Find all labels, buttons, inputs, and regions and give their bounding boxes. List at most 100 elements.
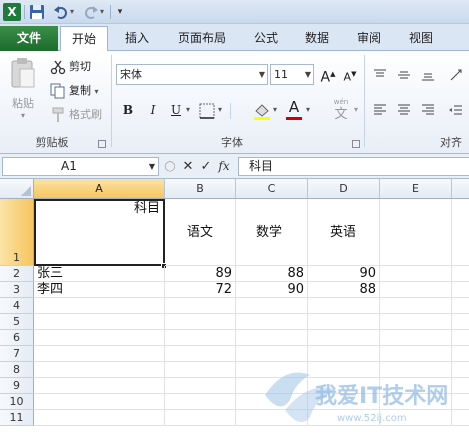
column-header-e[interactable]: E	[380, 179, 452, 199]
redo-dropdown-icon[interactable]: ▾	[100, 3, 104, 21]
enter-icon[interactable]: ✓	[198, 157, 214, 176]
cell-b11[interactable]	[165, 410, 236, 426]
column-header-a[interactable]: A	[34, 179, 165, 199]
cell-b6[interactable]	[165, 330, 236, 346]
borders-dropdown-icon[interactable]: ▾	[218, 100, 222, 120]
cell-a1[interactable]: 科目	[34, 199, 165, 266]
font-size-combo[interactable]: 11 ▼	[270, 64, 314, 85]
excel-logo-icon[interactable]: X	[3, 3, 21, 21]
cell-a9[interactable]	[34, 378, 165, 394]
cell-b8[interactable]	[165, 362, 236, 378]
save-icon[interactable]	[28, 3, 46, 21]
chevron-down-icon[interactable]: ▼	[259, 65, 265, 84]
cell-e9[interactable]	[380, 378, 452, 394]
cell-c10[interactable]	[236, 394, 308, 410]
cell-e2[interactable]	[380, 266, 452, 282]
cell-f5[interactable]	[452, 314, 469, 330]
cell-a4[interactable]	[34, 298, 165, 314]
row-header-7[interactable]: 7	[0, 346, 34, 362]
cell-c8[interactable]	[236, 362, 308, 378]
align-middle-icon[interactable]	[396, 67, 412, 83]
cell-e11[interactable]	[380, 410, 452, 426]
cell-c3[interactable]: 90	[236, 282, 308, 298]
cell-e1[interactable]	[380, 199, 452, 266]
orientation-icon[interactable]	[448, 67, 464, 83]
cell-c5[interactable]	[236, 314, 308, 330]
row-header-8[interactable]: 8	[0, 362, 34, 378]
cell-e6[interactable]	[380, 330, 452, 346]
format-painter-button[interactable]: 格式刷	[50, 105, 102, 125]
row-header-3[interactable]: 3	[0, 282, 34, 298]
cell-d3[interactable]: 88	[308, 282, 380, 298]
cell-d2[interactable]: 90	[308, 266, 380, 282]
cell-a6[interactable]	[34, 330, 165, 346]
column-header-c[interactable]: C	[236, 179, 308, 199]
column-header-partial[interactable]	[452, 179, 469, 199]
row-header-5[interactable]: 5	[0, 314, 34, 330]
cell-f4[interactable]	[452, 298, 469, 314]
cell-b2[interactable]: 89	[165, 266, 236, 282]
cancel-icon[interactable]: ✕	[180, 157, 196, 176]
tab-view[interactable]: 视图	[398, 26, 444, 51]
cell-a2[interactable]: 张三	[34, 266, 165, 282]
cell-a10[interactable]	[34, 394, 165, 410]
fill-color-icon[interactable]	[252, 101, 272, 121]
phonetic-button[interactable]: wén 文	[330, 98, 352, 122]
cell-f6[interactable]	[452, 330, 469, 346]
font-color-button[interactable]: A	[284, 98, 304, 122]
cell-d7[interactable]	[308, 346, 380, 362]
cell-b10[interactable]	[165, 394, 236, 410]
cell-c7[interactable]	[236, 346, 308, 362]
cell-d8[interactable]	[308, 362, 380, 378]
fill-color-dropdown-icon[interactable]: ▾	[273, 100, 277, 120]
cell-d4[interactable]	[308, 298, 380, 314]
cell-f8[interactable]	[452, 362, 469, 378]
row-header-9[interactable]: 9	[0, 378, 34, 394]
cell-e8[interactable]	[380, 362, 452, 378]
row-header-1[interactable]: 1	[0, 199, 34, 266]
cell-b5[interactable]	[165, 314, 236, 330]
font-color-dropdown-icon[interactable]: ▾	[306, 100, 310, 120]
cell-d5[interactable]	[308, 314, 380, 330]
cell-f11[interactable]	[452, 410, 469, 426]
tab-formulas[interactable]: 公式	[244, 26, 288, 51]
cell-d11[interactable]	[308, 410, 380, 426]
clipboard-dialog-launcher-icon[interactable]	[98, 140, 106, 148]
copy-button[interactable]: 复制 ▾	[50, 81, 99, 101]
decrease-indent-icon[interactable]	[448, 102, 464, 118]
italic-button[interactable]: I	[143, 100, 163, 120]
underline-dropdown-icon[interactable]: ▾	[186, 100, 190, 120]
tab-data[interactable]: 数据	[294, 26, 340, 51]
tab-insert[interactable]: 插入	[114, 26, 160, 51]
cell-c6[interactable]	[236, 330, 308, 346]
row-header-11[interactable]: 11	[0, 410, 34, 426]
grow-font-button[interactable]: A▲	[318, 64, 338, 86]
redo-icon[interactable]	[82, 3, 100, 21]
insert-function-button[interactable]: fx	[216, 157, 232, 176]
drag-handle-icon[interactable]: ◯	[162, 157, 178, 176]
cell-b1[interactable]: 语文	[165, 199, 236, 266]
cell-d9[interactable]	[308, 378, 380, 394]
cell-a8[interactable]	[34, 362, 165, 378]
bold-button[interactable]: B	[118, 100, 138, 120]
paste-dropdown-icon[interactable]: ▾	[6, 111, 40, 120]
phonetic-dropdown-icon[interactable]: ▾	[354, 100, 358, 120]
align-center-icon[interactable]	[396, 102, 412, 118]
cell-a3[interactable]: 李四	[34, 282, 165, 298]
cell-f9[interactable]	[452, 378, 469, 394]
cell-d1[interactable]: 英语	[308, 199, 380, 266]
cell-a7[interactable]	[34, 346, 165, 362]
row-header-10[interactable]: 10	[0, 394, 34, 410]
chevron-down-icon[interactable]: ▼	[305, 65, 311, 84]
tab-page-layout[interactable]: 页面布局	[166, 26, 238, 51]
row-header-2[interactable]: 2	[0, 266, 34, 282]
cell-f10[interactable]	[452, 394, 469, 410]
paste-button[interactable]: 粘贴 ▾	[6, 57, 40, 127]
tab-file[interactable]: 文件	[0, 26, 58, 51]
cell-b4[interactable]	[165, 298, 236, 314]
borders-icon[interactable]	[198, 102, 218, 120]
cell-e3[interactable]	[380, 282, 452, 298]
cell-e10[interactable]	[380, 394, 452, 410]
copy-dropdown-icon[interactable]: ▾	[95, 87, 99, 96]
cell-b9[interactable]	[165, 378, 236, 394]
